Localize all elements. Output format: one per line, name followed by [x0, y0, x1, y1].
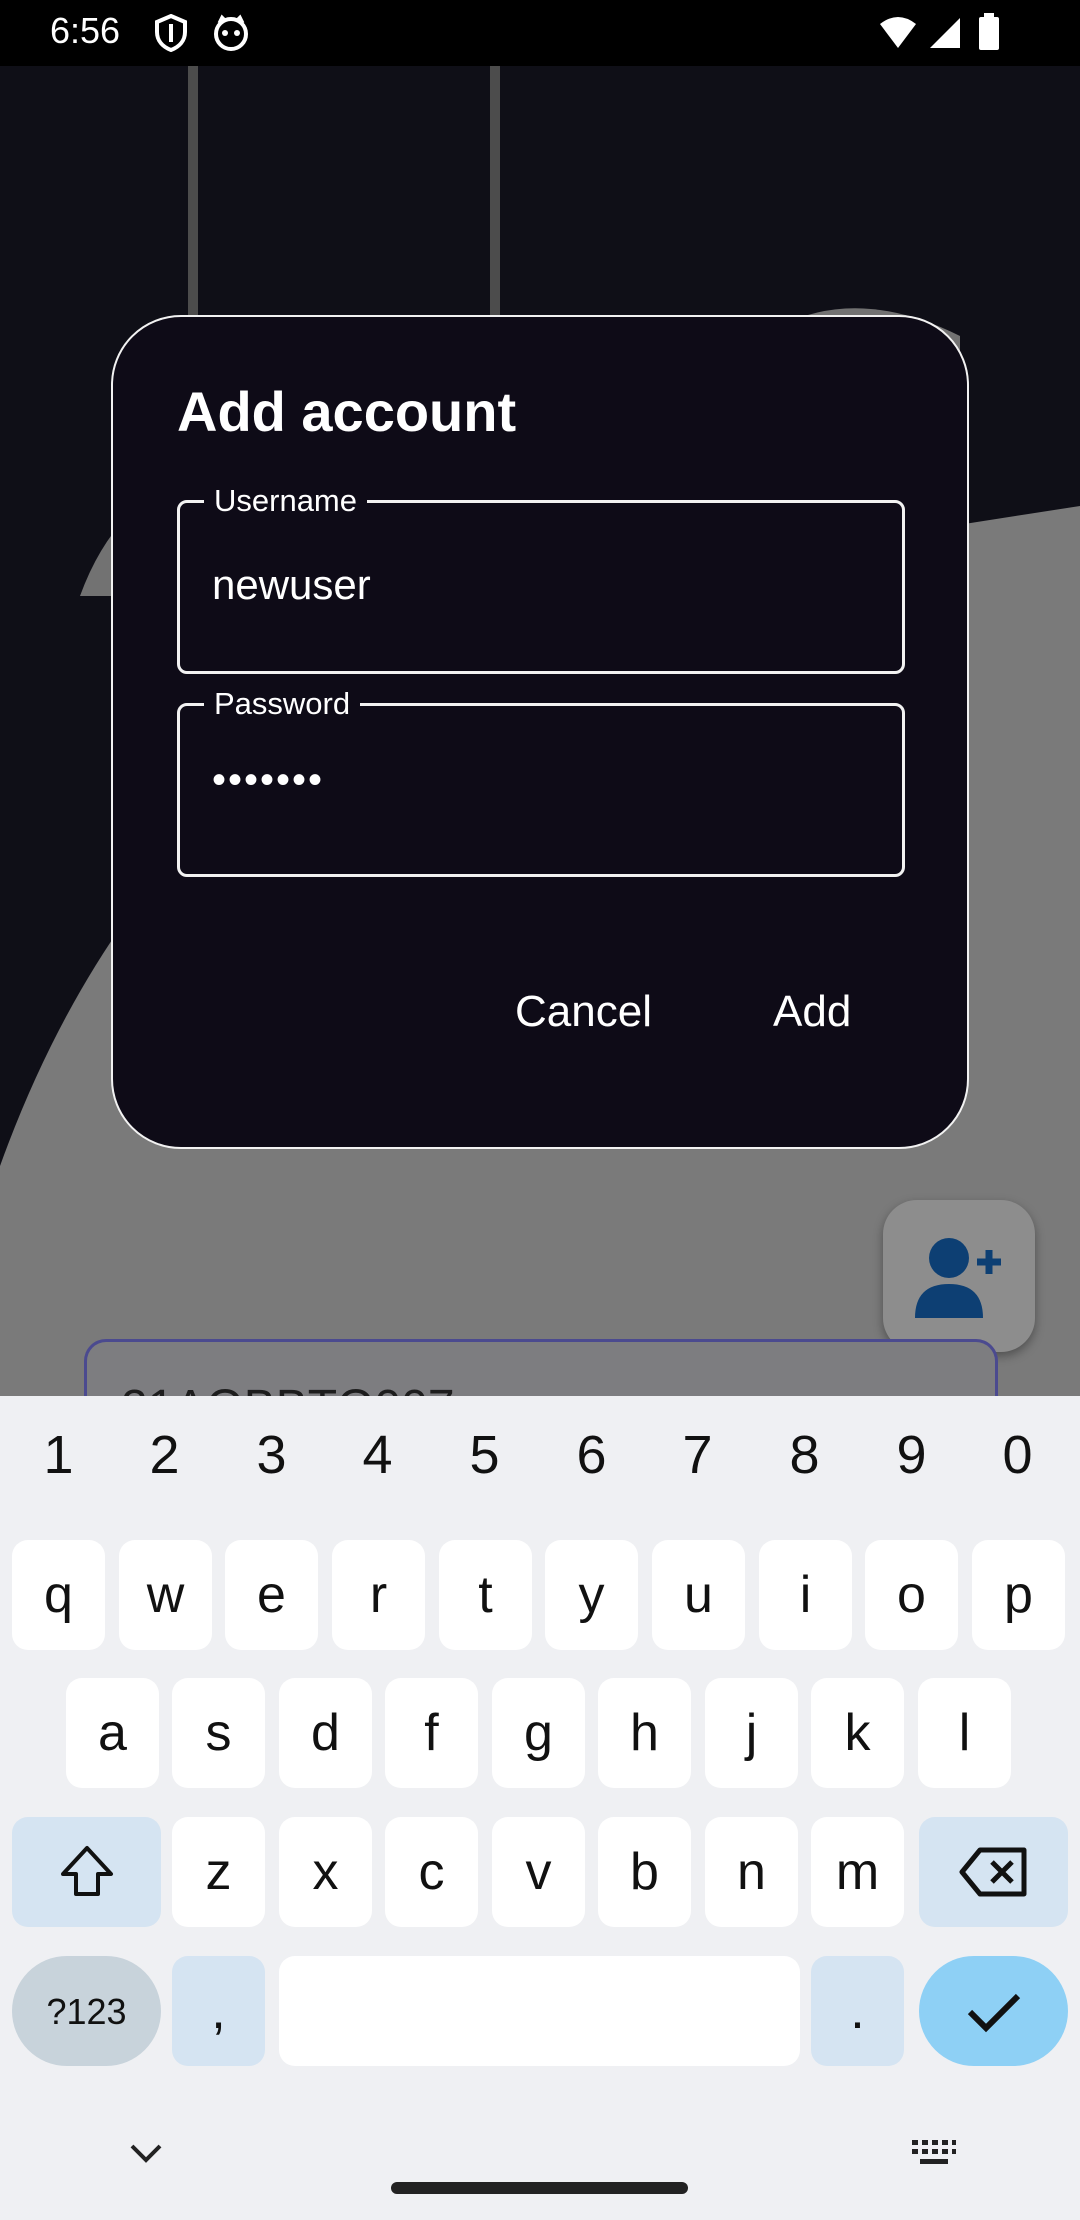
key-i[interactable]: i	[759, 1540, 852, 1650]
space-key[interactable]	[279, 1956, 800, 2066]
key-f[interactable]: f	[385, 1678, 478, 1788]
key-2[interactable]: 2	[111, 1424, 218, 1486]
status-time: 6:56	[50, 10, 121, 51]
username-value: newuser	[212, 561, 371, 608]
key-b[interactable]: b	[598, 1817, 691, 1927]
key-8[interactable]: 8	[751, 1424, 858, 1486]
signal-icon	[930, 18, 960, 48]
username-label: Username	[204, 483, 367, 519]
key-9[interactable]: 9	[858, 1424, 965, 1486]
status-bar: 6:56	[0, 0, 1080, 66]
key-o[interactable]: o	[865, 1540, 958, 1650]
key-5[interactable]: 5	[431, 1424, 538, 1486]
key-y[interactable]: y	[545, 1540, 638, 1650]
enter-key[interactable]	[919, 1956, 1068, 2066]
key-a[interactable]: a	[66, 1678, 159, 1788]
key-q[interactable]: q	[12, 1540, 105, 1650]
backspace-key[interactable]	[919, 1817, 1068, 1927]
key-x[interactable]: x	[279, 1817, 372, 1927]
key-j[interactable]: j	[705, 1678, 798, 1788]
key-0[interactable]: 0	[964, 1424, 1071, 1486]
key-6[interactable]: 6	[538, 1424, 645, 1486]
add-user-icon	[915, 1238, 1001, 1318]
checkmark-icon	[967, 1993, 1020, 2033]
key-v[interactable]: v	[492, 1817, 585, 1927]
home-indicator[interactable]	[391, 2182, 688, 2194]
add-button[interactable]: Add	[773, 987, 851, 1037]
key-g[interactable]: g	[492, 1678, 585, 1788]
key-n[interactable]: n	[705, 1817, 798, 1927]
add-account-dialog: Add account Username newuser Password ••…	[111, 315, 969, 1149]
shift-key[interactable]	[12, 1817, 161, 1927]
soft-keyboard: 1 2 3 4 5 6 7 8 9 0 q w e r t y u i o p …	[0, 1396, 1080, 2220]
shift-icon	[60, 1846, 113, 1896]
username-field[interactable]: Username newuser	[177, 483, 905, 674]
backspace-icon	[959, 1847, 1026, 1897]
key-l[interactable]: l	[918, 1678, 1011, 1788]
key-m[interactable]: m	[811, 1817, 904, 1927]
key-4[interactable]: 4	[324, 1424, 431, 1486]
shield-icon	[155, 14, 187, 52]
key-h[interactable]: h	[598, 1678, 691, 1788]
add-account-fab[interactable]	[883, 1200, 1035, 1352]
key-e[interactable]: e	[225, 1540, 318, 1650]
password-field[interactable]: Password •••••••	[177, 686, 905, 877]
key-7[interactable]: 7	[644, 1424, 751, 1486]
key-r[interactable]: r	[332, 1540, 425, 1650]
battery-icon	[979, 13, 999, 50]
key-c[interactable]: c	[385, 1817, 478, 1927]
key-z[interactable]: z	[172, 1817, 265, 1927]
key-d[interactable]: d	[279, 1678, 372, 1788]
dialog-title: Add account	[177, 380, 517, 443]
wifi-icon	[880, 17, 916, 48]
key-k[interactable]: k	[811, 1678, 904, 1788]
key-p[interactable]: p	[972, 1540, 1065, 1650]
key-t[interactable]: t	[439, 1540, 532, 1650]
key-3[interactable]: 3	[218, 1424, 325, 1486]
key-s[interactable]: s	[172, 1678, 265, 1788]
symbols-key[interactable]: ?123	[12, 1956, 161, 2066]
password-value: •••••••	[212, 758, 325, 802]
key-period[interactable]: .	[811, 1956, 904, 2066]
keyboard-icon[interactable]	[910, 2138, 958, 2170]
key-comma[interactable]: ,	[172, 1956, 265, 2066]
chevron-down-icon[interactable]	[126, 2140, 166, 2166]
key-1[interactable]: 1	[5, 1424, 112, 1486]
password-label: Password	[204, 686, 361, 722]
cancel-button[interactable]: Cancel	[515, 987, 652, 1037]
key-u[interactable]: u	[652, 1540, 745, 1650]
key-w[interactable]: w	[119, 1540, 212, 1650]
cat-icon	[214, 14, 248, 51]
